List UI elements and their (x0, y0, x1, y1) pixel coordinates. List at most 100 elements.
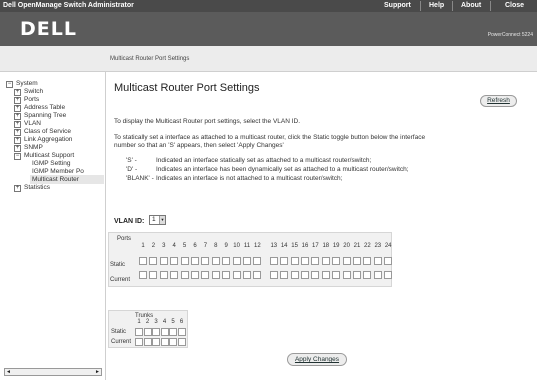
expand-icon[interactable]: + (14, 89, 21, 96)
current-status-cell (177, 338, 186, 346)
header: DELL PowerConnect 5224 (0, 12, 537, 46)
about-link[interactable]: About (461, 2, 481, 9)
ports-title: Ports (117, 236, 132, 242)
ports-panel: Ports Static Current 1 2 3 4 5 6 7 8 9 10 11 12 13 14… (108, 232, 393, 287)
port-number: 13 (270, 243, 278, 249)
static-toggle-cell[interactable] (143, 328, 152, 336)
port-number: 5 (171, 319, 175, 325)
static-toggle-cell[interactable] (373, 257, 382, 265)
static-toggle-cell[interactable] (232, 257, 241, 265)
port-number: 14 (280, 243, 288, 249)
current-status-cell (384, 271, 393, 279)
static-toggle-cell[interactable] (201, 257, 210, 265)
port-number: 3 (154, 319, 158, 325)
static-toggle-cell[interactable] (321, 257, 330, 265)
port-number: 16 (301, 243, 309, 249)
static-row-label: Static (111, 329, 127, 335)
divider (452, 1, 453, 11)
port-number: 6 (179, 319, 184, 325)
static-toggle-cell[interactable] (342, 257, 351, 265)
scroll-left-icon[interactable]: ◄ (5, 369, 12, 375)
port-number: 1 (137, 319, 141, 325)
static-toggle-cell[interactable] (301, 257, 309, 265)
current-status-cell (321, 271, 330, 279)
expand-icon[interactable]: + (14, 129, 21, 136)
current-status-cell (269, 271, 278, 279)
static-toggle-cell[interactable] (253, 257, 262, 265)
port-number: 24 (384, 243, 392, 249)
expand-icon[interactable]: + (14, 105, 21, 112)
port-number: 15 (291, 243, 298, 249)
current-status-cell (301, 271, 309, 279)
static-toggle-cell[interactable] (169, 328, 177, 336)
expand-icon[interactable]: + (14, 97, 21, 104)
close-link[interactable]: Close (505, 2, 524, 9)
expand-icon[interactable]: + (14, 137, 21, 144)
static-toggle-cell[interactable] (135, 328, 143, 336)
static-toggle-cell[interactable] (149, 257, 158, 265)
horizontal-scrollbar[interactable]: ◄ ► (4, 368, 102, 376)
port-number: 10 (233, 243, 240, 249)
refresh-button[interactable]: Refresh (480, 95, 517, 107)
support-link[interactable]: Support (384, 2, 411, 9)
static-toggle-cell[interactable] (243, 257, 251, 265)
port-number: 11 (243, 243, 251, 249)
app-title: Dell OpenManage Switch Administrator (3, 2, 134, 9)
static-toggle-cell[interactable] (332, 257, 341, 265)
current-status-cell (169, 338, 177, 346)
current-status-cell (149, 271, 158, 279)
static-toggle-cell[interactable] (191, 257, 199, 265)
current-status-cell (373, 271, 382, 279)
static-toggle-cell[interactable] (170, 257, 179, 265)
collapse-icon[interactable]: − (14, 153, 21, 160)
static-toggle-cell[interactable] (384, 257, 393, 265)
static-toggle-cell[interactable] (280, 257, 289, 265)
current-row-label: Current (110, 277, 131, 283)
static-toggle-cell[interactable] (177, 328, 186, 336)
port-number: 2 (151, 243, 156, 249)
current-status-cell (201, 271, 210, 279)
current-status-cell (342, 271, 351, 279)
breadcrumb: Multicast Router Port Settings (110, 56, 190, 62)
apply-changes-button[interactable]: Apply Changes (287, 353, 347, 366)
vlan-id-select[interactable]: 1 ▼ (149, 215, 166, 225)
top-bar: Dell OpenManage Switch Administrator Sup… (0, 0, 537, 12)
static-toggle-cell[interactable] (159, 257, 168, 265)
static-toggle-cell[interactable] (180, 257, 189, 265)
port-number: 8 (214, 243, 218, 249)
port-number: 17 (312, 243, 319, 249)
static-toggle-cell[interactable] (139, 257, 147, 265)
dropdown-arrow-icon[interactable]: ▼ (159, 216, 165, 224)
expand-icon[interactable]: + (14, 185, 21, 192)
current-status-cell (280, 271, 289, 279)
divider (490, 1, 491, 11)
static-toggle-cell[interactable] (152, 328, 160, 336)
static-toggle-cell[interactable] (269, 257, 278, 265)
static-toggle-cell[interactable] (222, 257, 231, 265)
static-toggle-cell[interactable] (353, 257, 361, 265)
current-status-cell (180, 271, 189, 279)
current-status-cell (159, 271, 168, 279)
current-status-cell (363, 271, 372, 279)
expand-icon[interactable]: + (14, 121, 21, 128)
static-toggle-cell[interactable] (311, 257, 320, 265)
expand-icon[interactable]: + (14, 145, 21, 152)
current-status-cell (243, 271, 251, 279)
port-number: 19 (332, 243, 340, 249)
expand-icon[interactable]: + (14, 113, 21, 120)
current-status-cell (135, 338, 143, 346)
port-number: 4 (172, 243, 176, 249)
static-toggle-cell[interactable] (290, 257, 299, 265)
legend-dynamic: 'D' - Indicates an interface has been dyn… (126, 166, 409, 173)
instructions-line-2: number so that an 'S' appears, then sele… (114, 142, 284, 149)
port-number: 3 (162, 243, 166, 249)
intro-text: To display the Multicast Router port set… (114, 118, 301, 125)
port-number: 21 (353, 243, 361, 249)
collapse-icon[interactable]: − (6, 81, 13, 88)
help-link[interactable]: Help (429, 2, 444, 9)
static-toggle-cell[interactable] (160, 328, 169, 336)
tree-item-multicast-router[interactable]: Multicast Router (30, 175, 104, 184)
static-toggle-cell[interactable] (211, 257, 220, 265)
scroll-right-icon[interactable]: ► (94, 369, 101, 375)
static-toggle-cell[interactable] (363, 257, 372, 265)
